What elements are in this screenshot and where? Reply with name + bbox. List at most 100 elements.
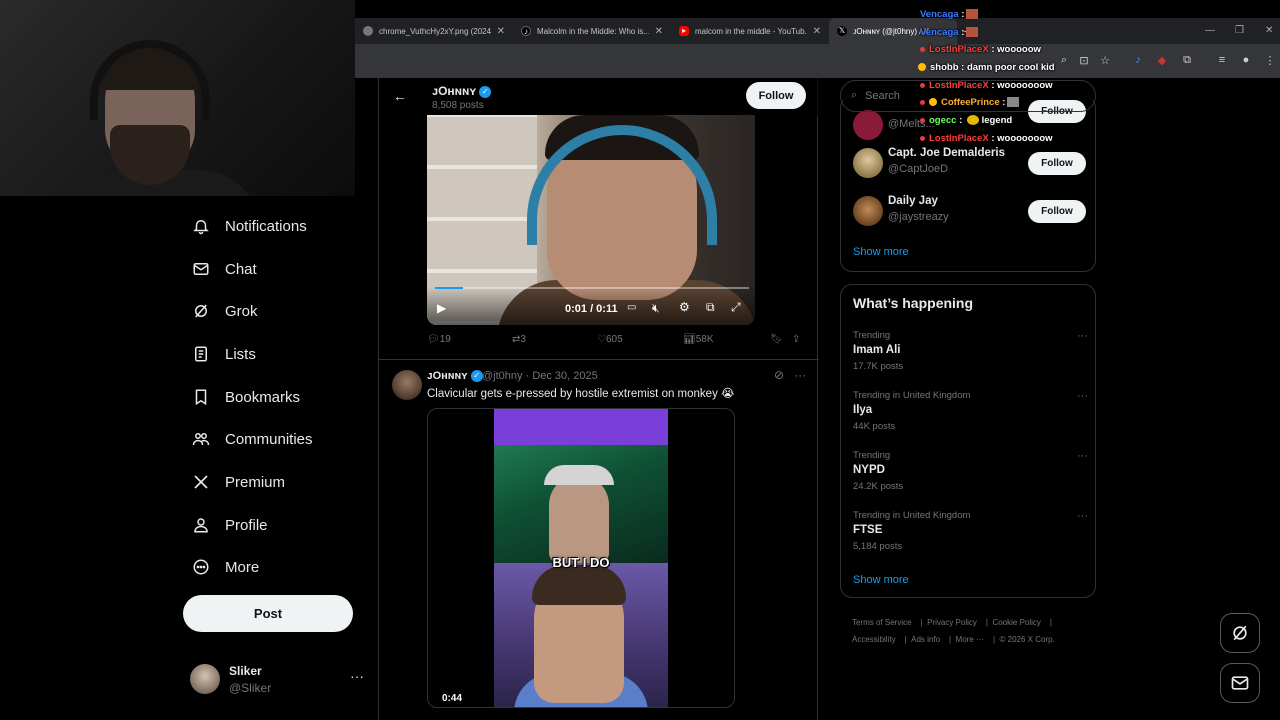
tweet-date[interactable]: Dec 30, 2025 [532,370,597,382]
reply-button[interactable]: 💬︎ 19 [427,334,451,345]
author-name[interactable]: ᴊOʜɴɴʏ [427,370,468,382]
author-handle[interactable]: @jt0hny [482,370,523,382]
menu-icon[interactable]: ⋮ [1263,54,1277,67]
star-icon[interactable]: ☆ [1098,54,1112,67]
nav-bookmarks[interactable]: Bookmarks [190,379,300,415]
trend-item[interactable]: Trending in United Kingdom Ilya 44K post… [853,390,1089,440]
nav-communities[interactable]: Communities [190,421,313,457]
search-box[interactable]: ⌕ Search [840,80,1096,112]
badge-icon [920,46,925,52]
zoom-icon[interactable]: ⌕ [1057,54,1071,67]
grok-icon [190,300,212,322]
install-icon[interactable]: ⊡ [1077,54,1091,67]
suggested-account[interactable]: Capt. Joe Demalderis @CaptJoeD Follow [853,144,1093,184]
profile-icon[interactable]: ● [1239,54,1253,66]
more-icon[interactable]: ··· [1077,510,1088,522]
badge-icon [918,63,926,72]
video-progress-bar[interactable] [435,287,749,289]
chat-message: shobb : damn poor cool kid [918,62,1055,73]
nav-premium[interactable]: Premium [190,464,285,500]
tiktok-icon: ♪ [521,26,531,36]
more-icon[interactable]: ··· [1077,390,1088,402]
captions-icon[interactable]: ▭ [627,302,636,313]
back-arrow-icon[interactable]: ← [393,88,407,104]
suggested-account[interactable]: Daily Jay @jaystreazy Follow [853,192,1093,232]
browser-tab[interactable]: ▸ malcom in the middle - YouTub... ✕ [671,18,829,44]
show-more-link[interactable]: Show more [853,574,909,586]
bell-icon [190,215,212,237]
footer-links: Terms of Service | Privacy Policy | Cookie… [852,618,1055,644]
youtube-icon: ▸ [679,26,689,36]
nav-more[interactable]: More [190,549,259,585]
pip-icon[interactable]: ⧉ [706,300,715,315]
post-count: 8,508 posts [432,100,484,111]
avatar [853,110,883,140]
avatar[interactable] [392,370,422,400]
minimize-icon[interactable]: — [1205,18,1215,44]
mute-icon[interactable]: 🔇︎ [652,301,660,316]
puzzle-icon[interactable]: ⧉ [1180,54,1194,67]
follow-button[interactable]: Follow [1028,152,1086,175]
repost-button[interactable]: ⇄ 3 [512,334,526,345]
avatar [853,196,883,226]
grok-floating-button[interactable] [1220,613,1260,653]
nav-lists[interactable]: Lists [190,336,256,372]
extension-audio-icon[interactable]: ♪ [1131,54,1145,66]
video-player[interactable]: BUT I DO 0:44 [427,408,735,708]
trend-item[interactable]: Trending Imam Ali 17.7K posts ··· [853,330,1089,380]
trend-item[interactable]: Trending in United Kingdom FTSE 5,184 po… [853,510,1089,560]
nav-grok[interactable]: Grok [190,293,258,329]
chat-message: Vencaga : [920,9,979,20]
chat-message: Vencaga : [920,27,979,38]
more-icon[interactable]: ··· [794,368,806,382]
emote-icon [966,27,979,38]
nav-chat[interactable]: Chat [190,251,257,287]
globe-icon [363,26,373,36]
trend-item[interactable]: Trending NYPD 24.2K posts ··· [853,450,1089,500]
more-icon[interactable]: ··· [350,668,364,684]
list-icon [190,343,212,365]
tweet-text: Clavicular gets e-pressed by hostile ext… [427,388,735,400]
share-icon[interactable]: ⇪ [792,334,800,345]
follow-button[interactable]: Follow [1028,200,1086,223]
follow-button[interactable]: Follow [746,82,806,109]
post-button[interactable]: Post [183,595,353,632]
media-icon[interactable]: ≡ [1215,54,1229,66]
who-to-follow: @Melts... Follow Capt. Joe Demalderis @C… [840,96,1096,272]
browser-tab[interactable]: chrome_VuthcHy2xY.png (2024... ✕ [355,18,513,44]
nav-profile[interactable]: Profile [190,507,268,543]
video-player[interactable]: ▶ 0:01 / 0:11 ▭ 🔇︎ ⚙ ⧉ ⤢ [427,115,755,325]
browser-tab[interactable]: ♪ Malcolm in the Middle: Who is... ✕ [513,18,671,44]
account-switcher[interactable]: Sliker @Sliker ··· [190,662,370,702]
grok-icon[interactable]: ⊘ [774,368,784,382]
avatar [190,664,220,694]
close-icon[interactable]: ✕ [813,26,821,37]
x-logo-icon [190,471,212,493]
fullscreen-icon[interactable]: ⤢ [731,300,741,315]
close-icon[interactable]: ✕ [655,26,663,37]
section-title: What’s happening [853,295,974,311]
close-window-icon[interactable]: ✕ [1265,18,1273,44]
video-duration: 0:44 [442,693,463,704]
search-input[interactable]: Search [865,90,900,102]
extension-icon[interactable]: ◆ [1155,54,1169,67]
like-button[interactable]: ♡ 605 [597,334,623,345]
timeline-column: ← ᴊOʜɴɴʏ ✓ 8,508 posts Follow ▶ 0:01 / 0:… [378,78,819,720]
mail-icon [190,258,212,280]
play-icon[interactable]: ▶ [437,301,446,315]
more-icon[interactable]: ··· [1077,330,1088,342]
close-icon[interactable]: ✕ [497,26,505,37]
settings-icon[interactable]: ⚙ [679,300,690,314]
bookmark-icon[interactable]: 🔖︎ [770,334,783,345]
more-icon[interactable]: ··· [1077,450,1088,462]
verified-icon: ✓ [479,85,492,98]
show-more-link[interactable]: Show more [853,246,909,258]
video-time: 0:01 / 0:11 [565,303,618,315]
search-icon: ⌕ [851,89,858,101]
nav-notifications[interactable]: Notifications [190,208,307,244]
messages-floating-button[interactable] [1220,663,1260,703]
views-button[interactable]: 📊︎ 58K [683,334,714,345]
more-circle-icon [190,556,212,578]
divider [379,359,819,360]
restore-icon[interactable]: ❐ [1235,18,1244,44]
